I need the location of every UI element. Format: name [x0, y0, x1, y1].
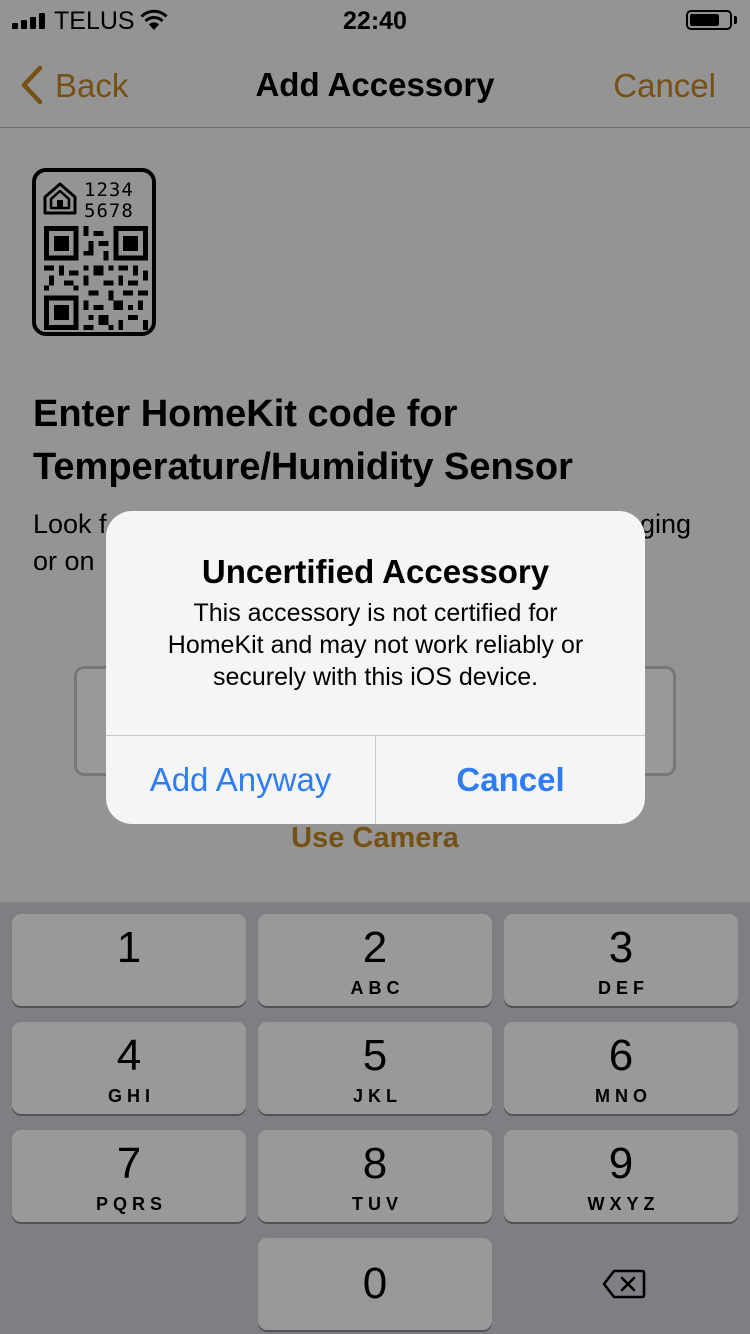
alert-message-line2: HomeKit and may not work reliably or	[167, 631, 584, 659]
alert-message-line3: securely with this iOS device.	[212, 663, 539, 691]
add-anyway-button[interactable]: Add Anyway	[106, 736, 375, 824]
uncertified-accessory-alert: Uncertified Accessory This accessory is …	[106, 511, 645, 824]
alert-message-line1: This accessory is not certified for	[193, 599, 558, 627]
alert-message: This accessory is not certified for Home…	[136, 597, 615, 693]
alert-cancel-button[interactable]: Cancel	[376, 736, 645, 824]
alert-title: Uncertified Accessory	[201, 553, 550, 590]
